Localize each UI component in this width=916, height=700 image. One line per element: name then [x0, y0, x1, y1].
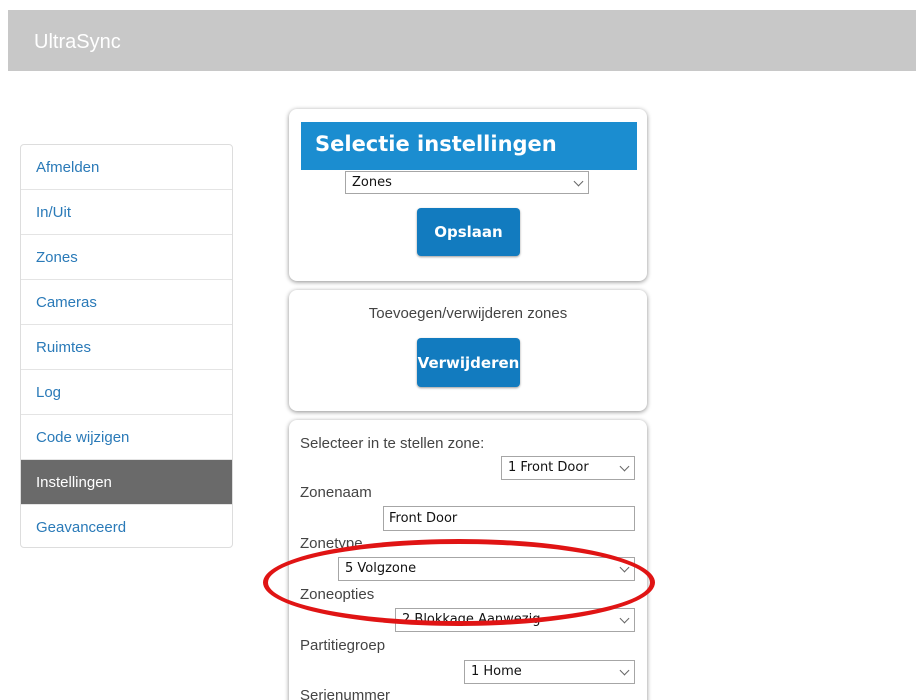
sidebar-item-afmelden[interactable]: Afmelden — [21, 145, 232, 190]
partition-group-value: 1 Home — [471, 664, 522, 679]
sidebar-item-instellingen[interactable]: Instellingen — [21, 460, 232, 505]
zone-options-value: 2 Blokkage Aanwezig — [402, 612, 541, 627]
sidebar-menu: Afmelden In/Uit Zones Cameras Ruimtes Lo… — [20, 144, 233, 548]
sidebar-item-geavanceerd[interactable]: Geavanceerd — [21, 505, 232, 547]
chevron-down-icon — [619, 613, 630, 624]
sidebar-item-code-wijzigen[interactable]: Code wijzigen — [21, 415, 232, 460]
top-bar: UltraSync — [8, 10, 916, 71]
sidebar-item-log[interactable]: Log — [21, 370, 232, 415]
zone-name-label: Zonenaam — [300, 484, 372, 501]
settings-category-value: Zones — [352, 175, 392, 190]
remove-button[interactable]: Verwijderen — [417, 338, 520, 387]
zone-type-select[interactable]: 5 Volgzone — [338, 557, 635, 581]
partition-group-select[interactable]: 1 Home — [464, 660, 635, 684]
select-zone-label: Selecteer in te stellen zone: — [300, 435, 485, 452]
sidebar-item-zones[interactable]: Zones — [21, 235, 232, 280]
settings-category-select[interactable]: Zones — [345, 171, 589, 194]
add-remove-zones-title: Toevoegen/verwijderen zones — [368, 305, 568, 322]
selection-settings-header: Selectie instellingen — [301, 122, 637, 170]
zone-options-select[interactable]: 2 Blokkage Aanwezig — [395, 608, 635, 632]
app-title: UltraSync — [34, 31, 121, 53]
sidebar-item-in-uit[interactable]: In/Uit — [21, 190, 232, 235]
selection-settings-panel: Selectie instellingen Zones Opslaan — [289, 109, 647, 281]
save-button[interactable]: Opslaan — [417, 208, 520, 256]
sidebar-item-cameras[interactable]: Cameras — [21, 280, 232, 325]
zone-type-value: 5 Volgzone — [345, 561, 417, 576]
zone-settings-panel: Selecteer in te stellen zone: 1 Front Do… — [289, 420, 647, 700]
serial-number-label: Serienummer — [300, 687, 391, 700]
chevron-down-icon — [619, 562, 630, 573]
zone-select-value: 1 Front Door — [508, 460, 589, 475]
partition-group-label: Partitiegroep — [300, 637, 386, 654]
chevron-down-icon — [619, 461, 630, 472]
zone-name-input[interactable]: Front Door — [383, 506, 635, 531]
sidebar-item-ruimtes[interactable]: Ruimtes — [21, 325, 232, 370]
zone-type-label: Zonetype — [300, 535, 363, 552]
chevron-down-icon — [573, 176, 584, 187]
zone-options-label: Zoneopties — [300, 586, 375, 603]
add-remove-zones-panel: Toevoegen/verwijderen zones Verwijderen — [289, 290, 647, 411]
zone-select[interactable]: 1 Front Door — [501, 456, 635, 480]
chevron-down-icon — [619, 665, 630, 676]
